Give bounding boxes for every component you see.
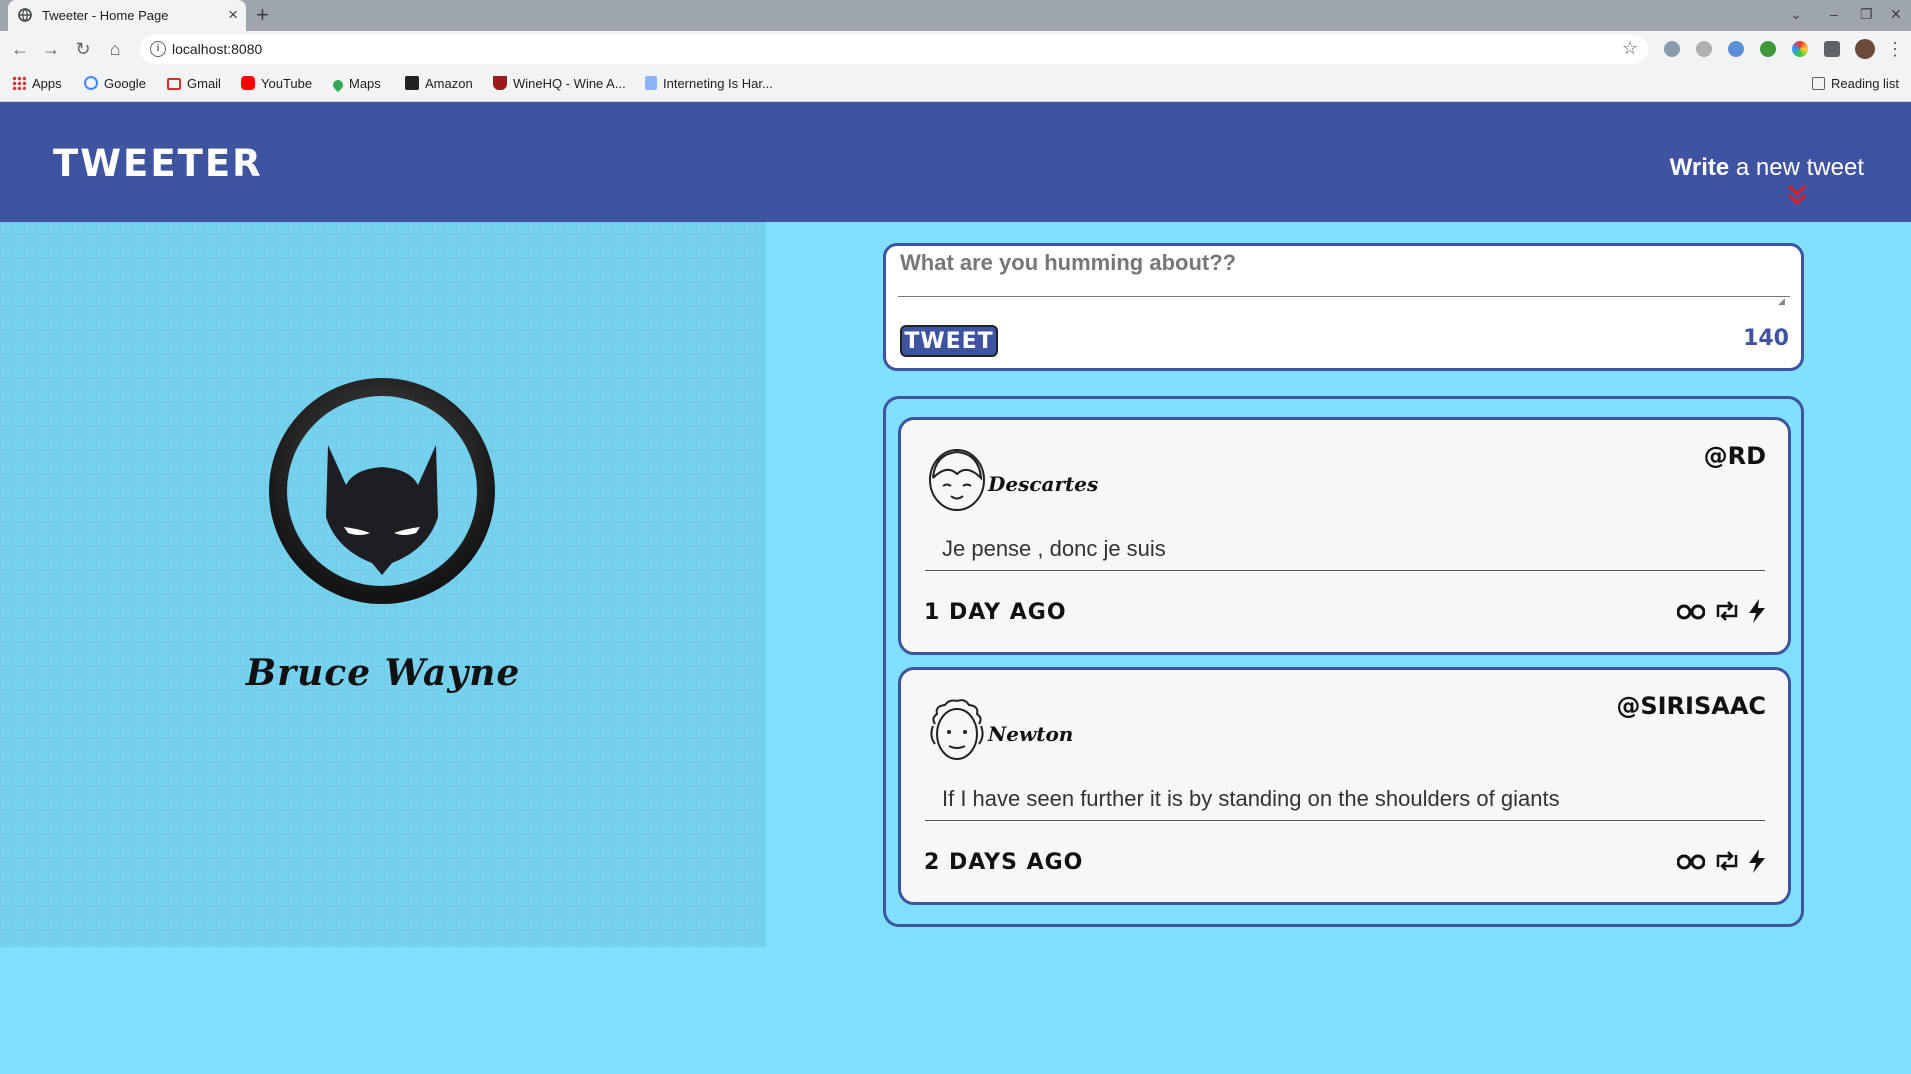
address-bar[interactable]: i localhost:8080 ☆ xyxy=(140,35,1648,64)
new-tab-button[interactable]: + xyxy=(256,2,269,28)
url-text[interactable]: localhost:8080 xyxy=(172,41,262,57)
amazon-icon xyxy=(405,76,419,90)
maps-pin-icon xyxy=(330,77,346,93)
tweet-card: Descartes @RD Je pense , donc je suis 1 … xyxy=(898,417,1791,655)
browser-tab-bar: Tweeter - Home Page × + ⌄ – ❐ ✕ xyxy=(0,0,1911,31)
bookmark-apps[interactable]: Apps xyxy=(12,76,62,91)
google-icon xyxy=(84,76,98,90)
reading-list-icon xyxy=(1812,77,1825,90)
bookmark-interneting[interactable]: Interneting Is Har... xyxy=(645,76,773,91)
profile-avatar[interactable] xyxy=(1855,39,1875,59)
menu-dots-icon[interactable]: ⋮ xyxy=(1884,38,1906,60)
extension-icon[interactable] xyxy=(1664,41,1680,57)
double-chevron-down-icon[interactable] xyxy=(1787,184,1807,206)
tweet-author-name: Newton xyxy=(988,722,1074,746)
glasses-icon[interactable] xyxy=(1676,602,1706,625)
extension-bug-icon[interactable] xyxy=(1696,41,1712,57)
lightning-icon[interactable] xyxy=(1748,849,1766,878)
apps-grid-icon xyxy=(12,76,26,90)
extensions-puzzle-icon[interactable] xyxy=(1824,41,1840,57)
write-new-tweet-link[interactable]: Write a new tweet xyxy=(1670,154,1864,182)
close-window-icon[interactable]: ✕ xyxy=(1890,6,1902,23)
bookmark-google[interactable]: Google xyxy=(84,76,146,91)
tweet-handle: @RD xyxy=(1703,442,1766,470)
new-tweet-form: ◢ TWEET 140 xyxy=(883,243,1804,371)
newton-avatar-icon xyxy=(930,699,984,760)
browser-tab[interactable]: Tweeter - Home Page × xyxy=(8,0,246,31)
minimize-icon[interactable]: – xyxy=(1830,6,1838,22)
reading-list-button[interactable]: Reading list xyxy=(1812,76,1899,91)
extension-tree-icon[interactable] xyxy=(1760,41,1776,57)
youtube-icon xyxy=(241,76,255,90)
resize-grip-icon[interactable]: ◢ xyxy=(1778,296,1785,307)
globe-icon xyxy=(18,8,32,22)
gmail-icon xyxy=(167,78,181,90)
bookmark-star-icon[interactable]: ☆ xyxy=(1622,38,1638,59)
tweet-author-name: Descartes xyxy=(988,472,1099,496)
tweet-timestamp: 1 DAY AGO xyxy=(924,600,1067,625)
char-counter: 140 xyxy=(1743,326,1789,351)
extension-sync-icon[interactable] xyxy=(1728,41,1744,57)
bookmark-youtube[interactable]: YouTube xyxy=(241,76,312,91)
tab-search-icon[interactable]: ⌄ xyxy=(1790,6,1802,23)
tab-close-icon[interactable]: × xyxy=(228,5,238,25)
tweet-card: Newton @SIRISAAC If I have seen further … xyxy=(898,667,1791,905)
compose-bold-text: Write xyxy=(1669,154,1730,181)
tweet-button[interactable]: TWEET xyxy=(900,325,998,357)
tweet-timestamp: 2 DAYS AGO xyxy=(924,850,1084,875)
app-logo[interactable]: TWEETER xyxy=(53,142,263,185)
compose-rest-text: a new tweet xyxy=(1729,154,1864,181)
tweet-actions xyxy=(1673,849,1766,878)
tab-title: Tweeter - Home Page xyxy=(42,8,169,23)
tweet-text: If I have seen further it is by standing… xyxy=(925,786,1765,821)
restore-icon[interactable]: ❐ xyxy=(1860,6,1873,23)
reload-icon[interactable]: ↻ xyxy=(72,38,94,60)
bookmark-amazon[interactable]: Amazon xyxy=(405,76,473,91)
extension-color-icon[interactable] xyxy=(1792,41,1808,57)
bookmarks-bar: Apps Google Gmail YouTube Maps Amazon Wi… xyxy=(0,68,1911,102)
batman-mask-icon xyxy=(269,378,495,604)
retweet-icon[interactable] xyxy=(1714,601,1740,626)
tweet-feed: Descartes @RD Je pense , donc je suis 1 … xyxy=(883,396,1804,927)
bookmark-maps[interactable]: Maps xyxy=(330,76,381,93)
app-header: TWEETER Write a new tweet xyxy=(0,102,1911,222)
tweet-text: Je pense , donc je suis xyxy=(925,536,1765,571)
tweet-actions xyxy=(1673,599,1766,628)
back-icon[interactable]: ← xyxy=(9,38,31,60)
tweet-input[interactable] xyxy=(898,250,1790,297)
home-icon[interactable]: ⌂ xyxy=(104,38,126,60)
bookmark-gmail[interactable]: Gmail xyxy=(167,76,221,91)
forward-icon[interactable]: → xyxy=(40,38,62,60)
lightning-icon[interactable] xyxy=(1748,599,1766,628)
winehq-icon xyxy=(493,76,507,90)
descartes-avatar-icon xyxy=(929,449,985,511)
site-info-icon[interactable]: i xyxy=(150,41,166,57)
bookmark-winehq[interactable]: WineHQ - Wine A... xyxy=(493,76,626,91)
profile-name: Bruce Wayne xyxy=(245,652,521,694)
glasses-icon[interactable] xyxy=(1676,852,1706,875)
retweet-icon[interactable] xyxy=(1714,851,1740,876)
interneting-icon xyxy=(645,76,657,90)
browser-toolbar: ← → ↻ ⌂ i localhost:8080 ☆ ⋮ xyxy=(0,31,1911,68)
profile-section: Bruce Wayne xyxy=(0,222,766,947)
tweet-handle: @SIRISAAC xyxy=(1616,692,1766,720)
